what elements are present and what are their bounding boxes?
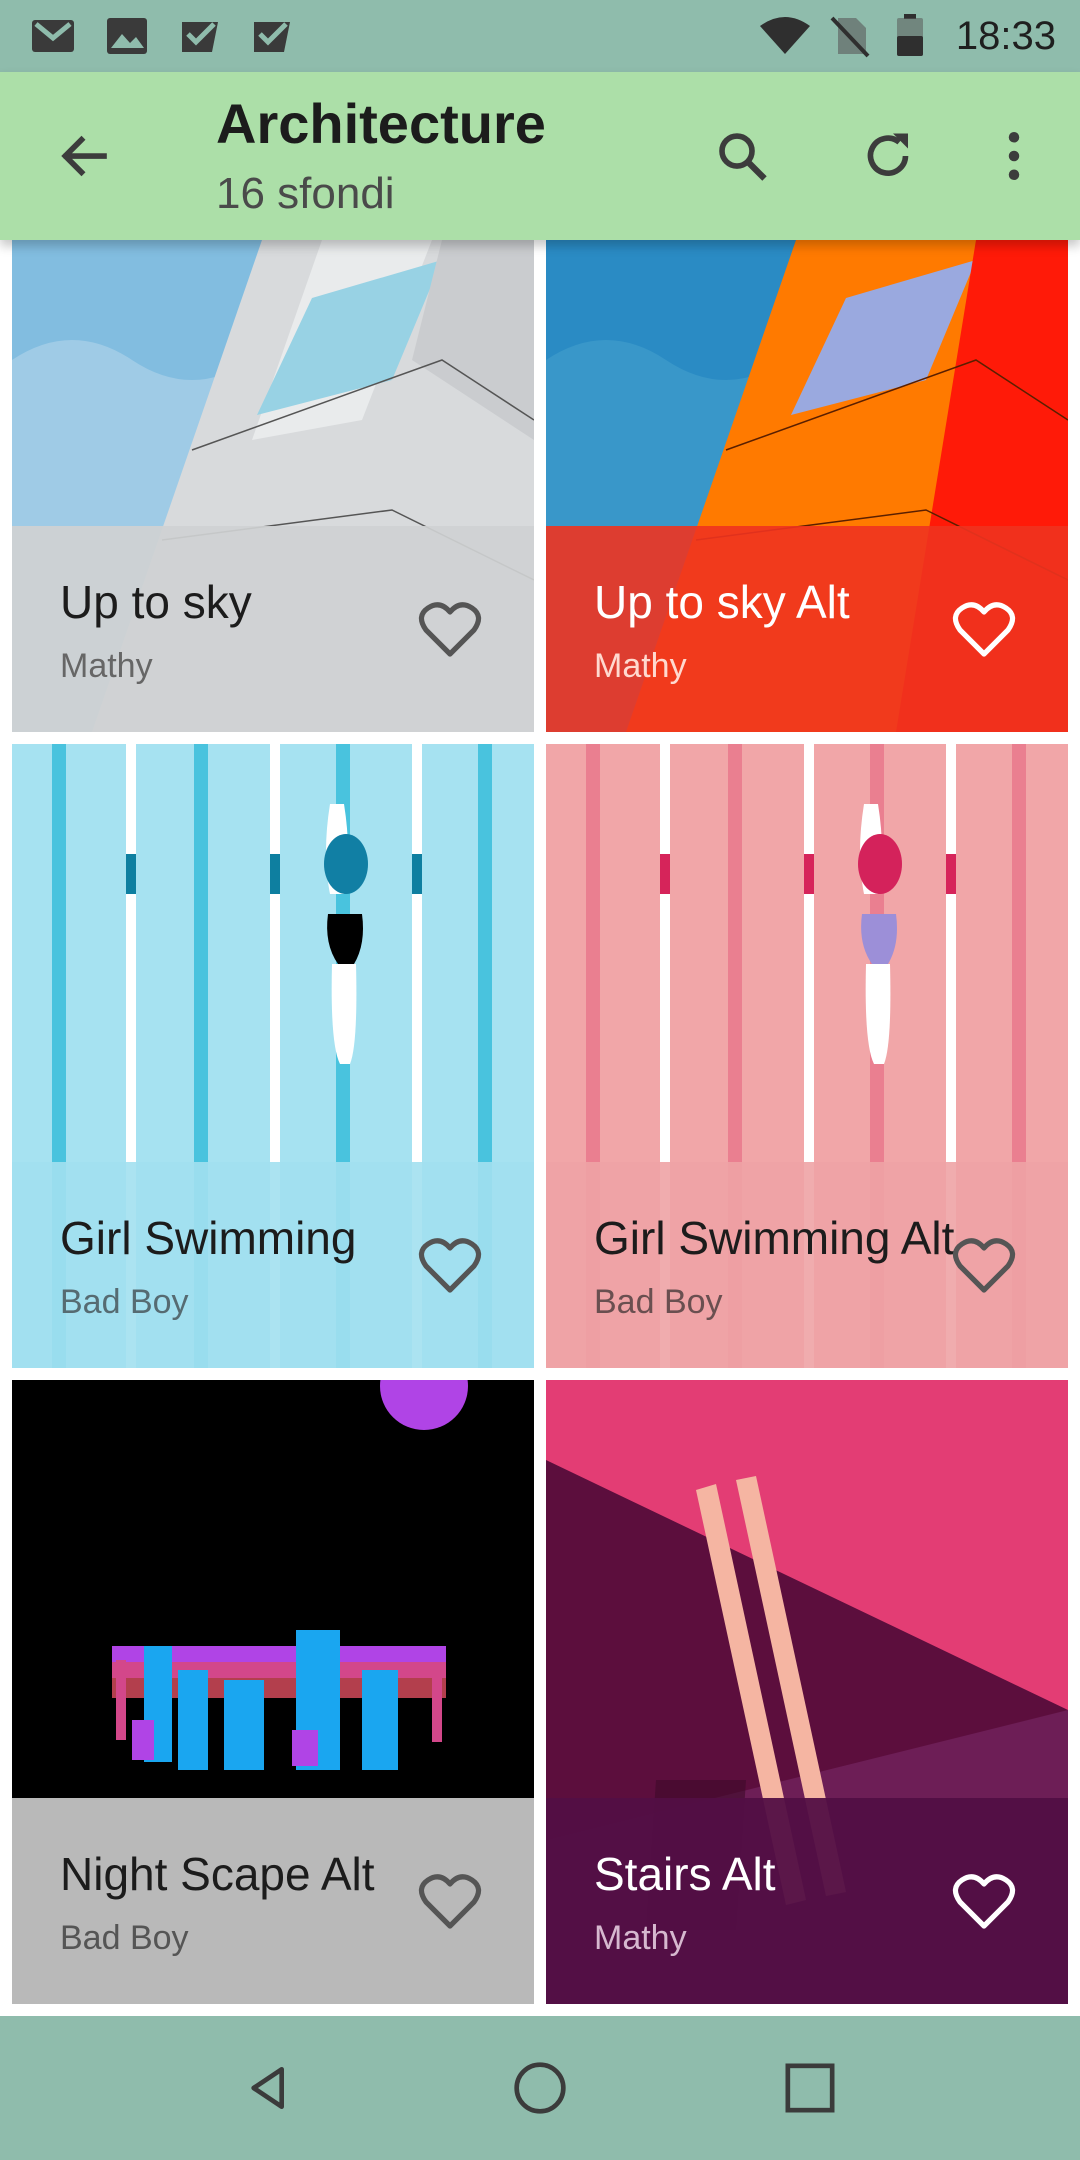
heart-outline-icon [418,602,482,657]
wallpaper-card[interactable]: Night Scape Alt Bad Boy [12,1380,534,2004]
gallery-icon [107,18,147,54]
wallpaper-title: Girl Swimming Alt [594,1212,955,1264]
heart-outline-icon [952,1238,1016,1293]
card-info-panel: Night Scape Alt Bad Boy [12,1798,534,2004]
wallpaper-author: Mathy [594,647,687,685]
favorite-button[interactable] [948,594,1020,666]
favorite-button[interactable] [414,1866,486,1938]
more-vert-icon [1008,132,1020,180]
heart-outline-icon [952,602,1016,657]
wallpaper-author: Mathy [60,647,153,685]
page-title: Architecture [216,92,546,155]
search-button[interactable] [694,108,790,204]
wallpaper-card[interactable]: Girl Swimming Alt Bad Boy [546,744,1068,1368]
card-info-panel: Up to sky Alt Mathy [546,526,1068,732]
gmail-icon [32,20,74,52]
home-circle-icon [514,2062,566,2114]
overflow-menu-button[interactable] [966,108,1062,204]
nav-recents-button[interactable] [762,2040,858,2136]
recents-square-icon [785,2063,835,2113]
wallpaper-author: Bad Boy [594,1283,723,1321]
back-triangle-icon [251,2067,284,2109]
wallpaper-title: Night Scape Alt [60,1848,375,1900]
wallpaper-title: Girl Swimming [60,1212,357,1264]
navigation-bar [0,2016,1080,2160]
back-arrow-icon [61,135,107,177]
search-icon [719,133,767,181]
card-info-panel: Girl Swimming Bad Boy [12,1162,534,1368]
wallpaper-title: Up to sky [60,576,252,628]
heart-outline-icon [418,1874,482,1929]
wallpaper-card[interactable]: Stairs Alt Mathy [546,1380,1068,2004]
heart-outline-icon [952,1874,1016,1929]
wallpaper-card[interactable]: Girl Swimming Bad Boy [12,744,534,1368]
wallpaper-title: Up to sky Alt [594,576,850,628]
status-bar: 18:33 [0,0,1080,72]
back-button[interactable] [36,108,132,204]
favorite-button[interactable] [948,1866,1020,1938]
tasks-icon [182,22,218,52]
card-info-panel: Up to sky Mathy [12,526,534,732]
heart-outline-icon [418,1238,482,1293]
wallpaper-author: Mathy [594,1919,687,1957]
wallpaper-author: Bad Boy [60,1283,189,1321]
wallpaper-card[interactable]: Up to sky Alt Mathy [546,240,1068,732]
wallpaper-author: Bad Boy [60,1919,189,1957]
wallpaper-grid: Up to sky Mathy Up to sky Alt Mathy Girl… [0,240,1080,2016]
tasks-icon [254,22,290,52]
battery-icon [897,14,923,56]
nav-home-button[interactable] [492,2040,588,2136]
favorite-button[interactable] [414,594,486,666]
nav-back-button[interactable] [222,2040,318,2136]
app-bar: Architecture 16 sfondi [0,72,1080,240]
wifi-icon [760,17,810,54]
favorite-button[interactable] [414,1230,486,1302]
card-info-panel: Stairs Alt Mathy [546,1798,1068,2004]
refresh-icon [867,133,909,176]
wallpaper-title: Stairs Alt [594,1848,776,1900]
card-info-panel: Girl Swimming Alt Bad Boy [546,1162,1068,1368]
no-sim-icon [830,16,870,58]
page-subtitle: 16 sfondi [216,169,395,218]
refresh-button[interactable] [840,108,936,204]
clock: 18:33 [955,14,1056,58]
wallpaper-card[interactable]: Up to sky Mathy [12,240,534,732]
favorite-button[interactable] [948,1230,1020,1302]
